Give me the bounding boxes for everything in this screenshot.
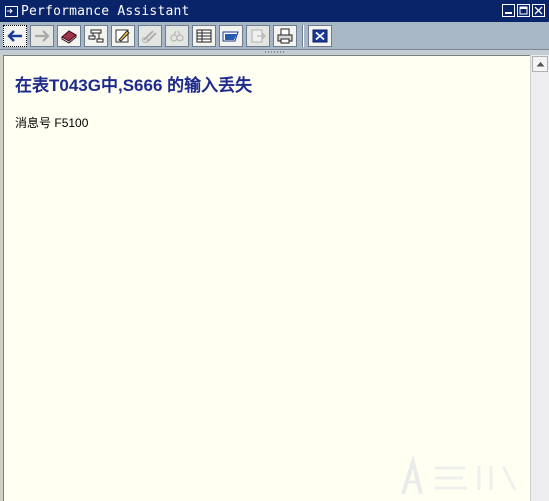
table-button[interactable] bbox=[192, 24, 216, 47]
scroll-up-button[interactable] bbox=[532, 56, 548, 72]
watermark-logo-icon bbox=[401, 454, 517, 495]
maximize-icon[interactable] bbox=[517, 4, 530, 17]
message-heading: 在表T043G中,S666 的输入丢失 bbox=[15, 76, 253, 95]
technical-info-button[interactable] bbox=[57, 24, 81, 47]
print-button[interactable] bbox=[273, 24, 297, 47]
minimize-icon[interactable] bbox=[502, 4, 515, 17]
folder-icon bbox=[222, 31, 239, 41]
pencil-icon bbox=[115, 29, 130, 42]
back-button[interactable] bbox=[3, 24, 27, 47]
settings-button[interactable] bbox=[84, 24, 108, 47]
message-number-line: 消息号 F5100 bbox=[15, 114, 88, 131]
find-button[interactable] bbox=[138, 24, 162, 47]
book-icon bbox=[61, 29, 77, 44]
arrow-right-icon bbox=[35, 29, 50, 42]
table-icon bbox=[196, 29, 212, 42]
application-toolbar bbox=[0, 22, 549, 50]
message-number-label: 消息号 bbox=[15, 116, 52, 130]
window-icon bbox=[4, 5, 18, 17]
vertical-scrollbar[interactable] bbox=[530, 55, 549, 501]
hierarchy-icon bbox=[88, 29, 104, 42]
message-number-value: F5100 bbox=[54, 116, 89, 130]
splitter-grip-icon[interactable] bbox=[264, 51, 284, 53]
scroll-up-icon bbox=[536, 62, 544, 67]
forward-button[interactable] bbox=[30, 24, 54, 47]
binoculars-icon bbox=[142, 29, 157, 43]
export-icon bbox=[251, 29, 266, 42]
close-window-icon[interactable] bbox=[532, 4, 545, 17]
arrow-left-icon bbox=[7, 29, 22, 42]
folder-button[interactable] bbox=[219, 24, 243, 47]
performance-assistant-window: Performance Assistant 在表T043G中,S666 的输入丢… bbox=[0, 0, 549, 501]
printer-icon bbox=[277, 28, 293, 43]
window-title: Performance Assistant bbox=[21, 3, 190, 19]
toolbar-separator bbox=[302, 24, 304, 47]
binoculars-next-icon bbox=[170, 30, 184, 41]
close-button[interactable] bbox=[308, 24, 332, 47]
edit-button[interactable] bbox=[111, 24, 135, 47]
help-content-pane: 在表T043G中,S666 的输入丢失 消息号 F5100 bbox=[3, 55, 530, 501]
close-icon bbox=[312, 29, 328, 42]
find-next-button[interactable] bbox=[165, 24, 189, 47]
export-button[interactable] bbox=[246, 24, 270, 47]
title-bar[interactable]: Performance Assistant bbox=[0, 0, 549, 22]
